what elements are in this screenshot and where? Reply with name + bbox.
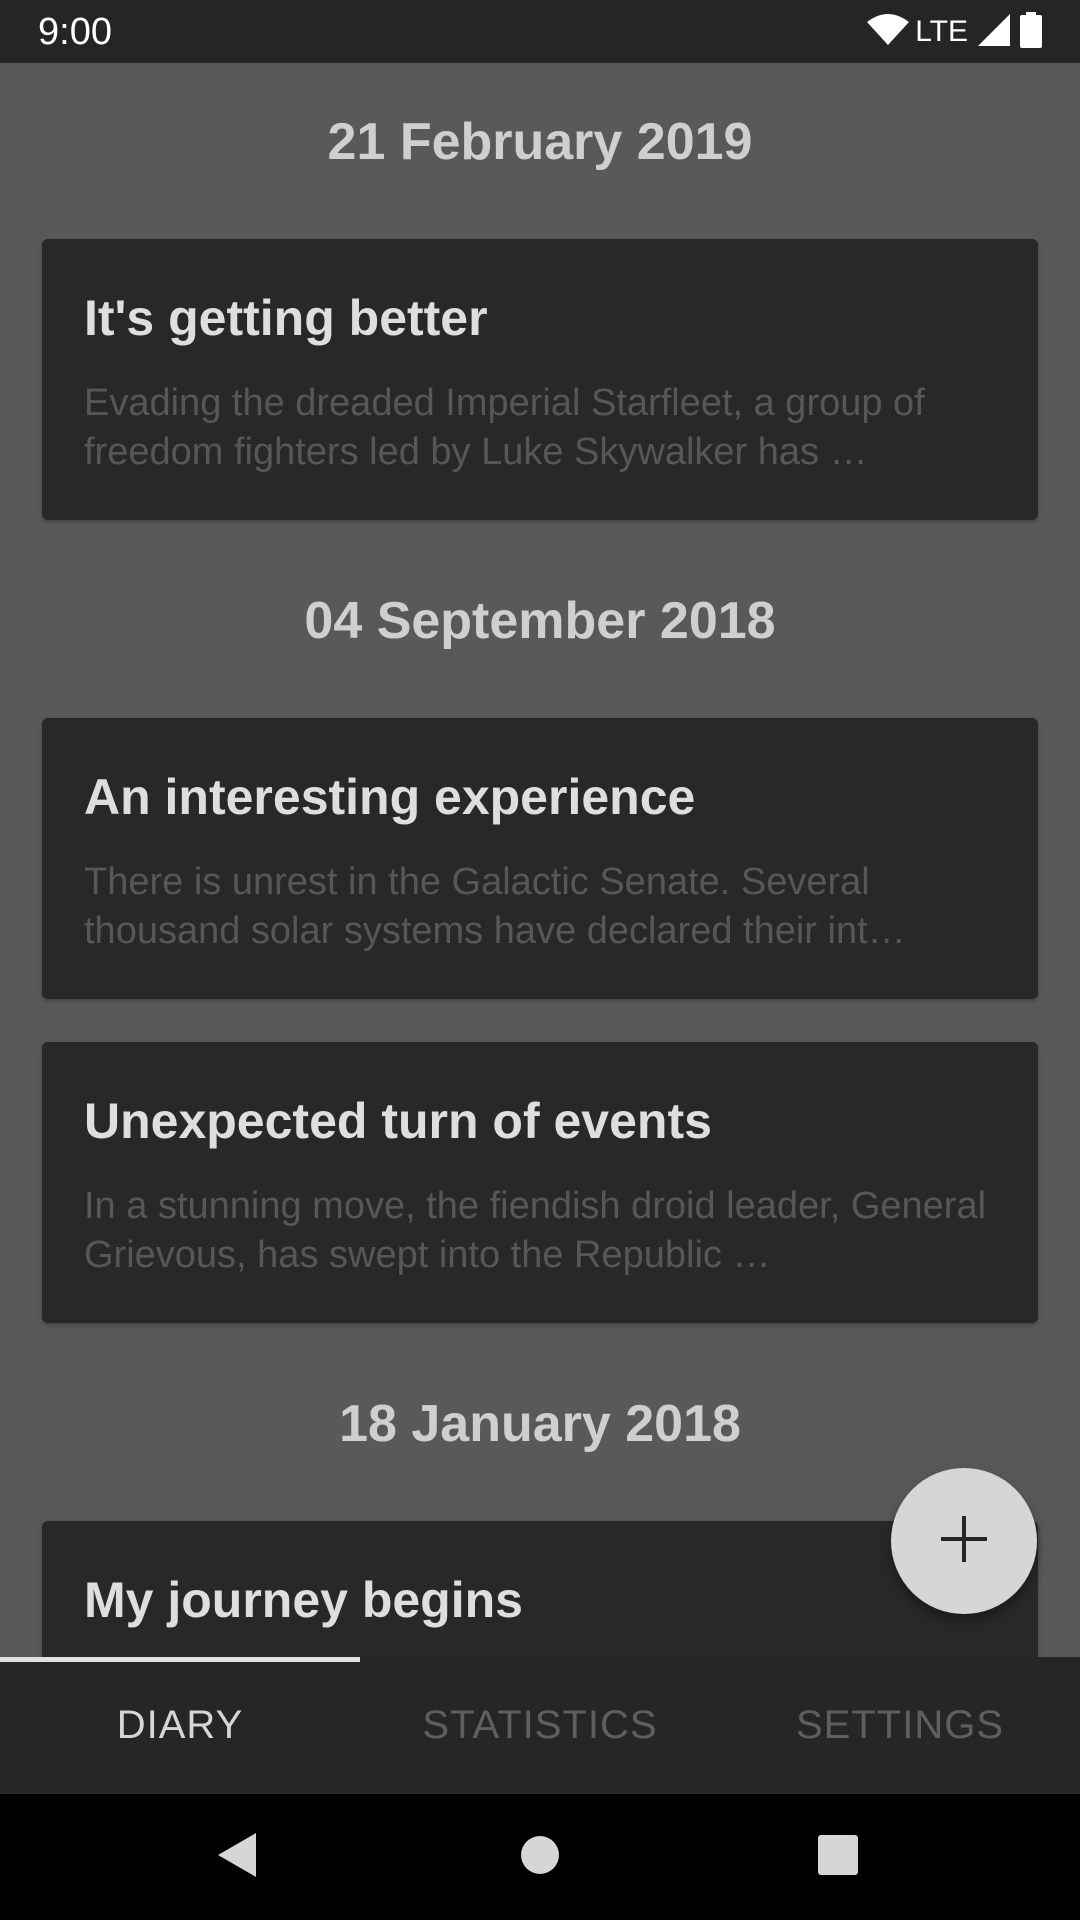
tab-diary[interactable]: DIARY	[0, 1657, 360, 1794]
entry-title: Unexpected turn of events	[84, 1093, 712, 1149]
tab-bar: DIARY STATISTICS SETTINGS	[0, 1657, 1080, 1794]
entry-excerpt: In a stunning move, the fiendish droid l…	[84, 1185, 987, 1276]
signal-icon	[978, 13, 1010, 51]
plus-icon	[941, 1515, 987, 1567]
battery-icon	[1020, 11, 1042, 53]
status-bar: 9:00 LTE	[0, 0, 1080, 63]
diary-entry-card[interactable]: Unexpected turn of events In a stunning …	[42, 1042, 1038, 1323]
system-nav-bar	[0, 1794, 1080, 1920]
back-button[interactable]	[178, 1794, 298, 1920]
entry-title: It's getting better	[84, 290, 488, 346]
status-time: 9:00	[38, 11, 112, 53]
add-entry-button[interactable]	[891, 1468, 1037, 1614]
status-icons: LTE	[857, 11, 1042, 53]
home-button[interactable]	[480, 1794, 600, 1920]
entry-title: My journey begins	[84, 1572, 523, 1628]
diary-entry-card[interactable]: It's getting better Evading the dreaded …	[42, 239, 1038, 520]
home-icon	[520, 1835, 560, 1880]
entry-excerpt: Evading the dreaded Imperial Starfleet, …	[84, 382, 925, 473]
entry-excerpt: There is unrest in the Galactic Senate. …	[84, 861, 906, 952]
diary-entry-card[interactable]: My journey begins	[42, 1521, 1038, 1657]
tab-statistics[interactable]: STATISTICS	[360, 1657, 720, 1794]
tab-settings[interactable]: SETTINGS	[720, 1657, 1080, 1794]
date-header: 21 February 2019	[327, 113, 753, 171]
wifi-icon	[867, 13, 910, 51]
diary-entry-card[interactable]: An interesting experience There is unres…	[42, 718, 1038, 999]
network-type: LTE	[915, 15, 968, 48]
date-header: 04 September 2018	[304, 592, 776, 650]
recents-icon	[818, 1834, 858, 1880]
recents-button[interactable]	[778, 1794, 898, 1920]
entry-title: An interesting experience	[84, 769, 696, 825]
diary-list[interactable]: 21 February 2019 It's getting better Eva…	[0, 63, 1080, 1657]
date-header: 18 January 2018	[339, 1395, 741, 1453]
back-icon	[216, 1831, 260, 1884]
